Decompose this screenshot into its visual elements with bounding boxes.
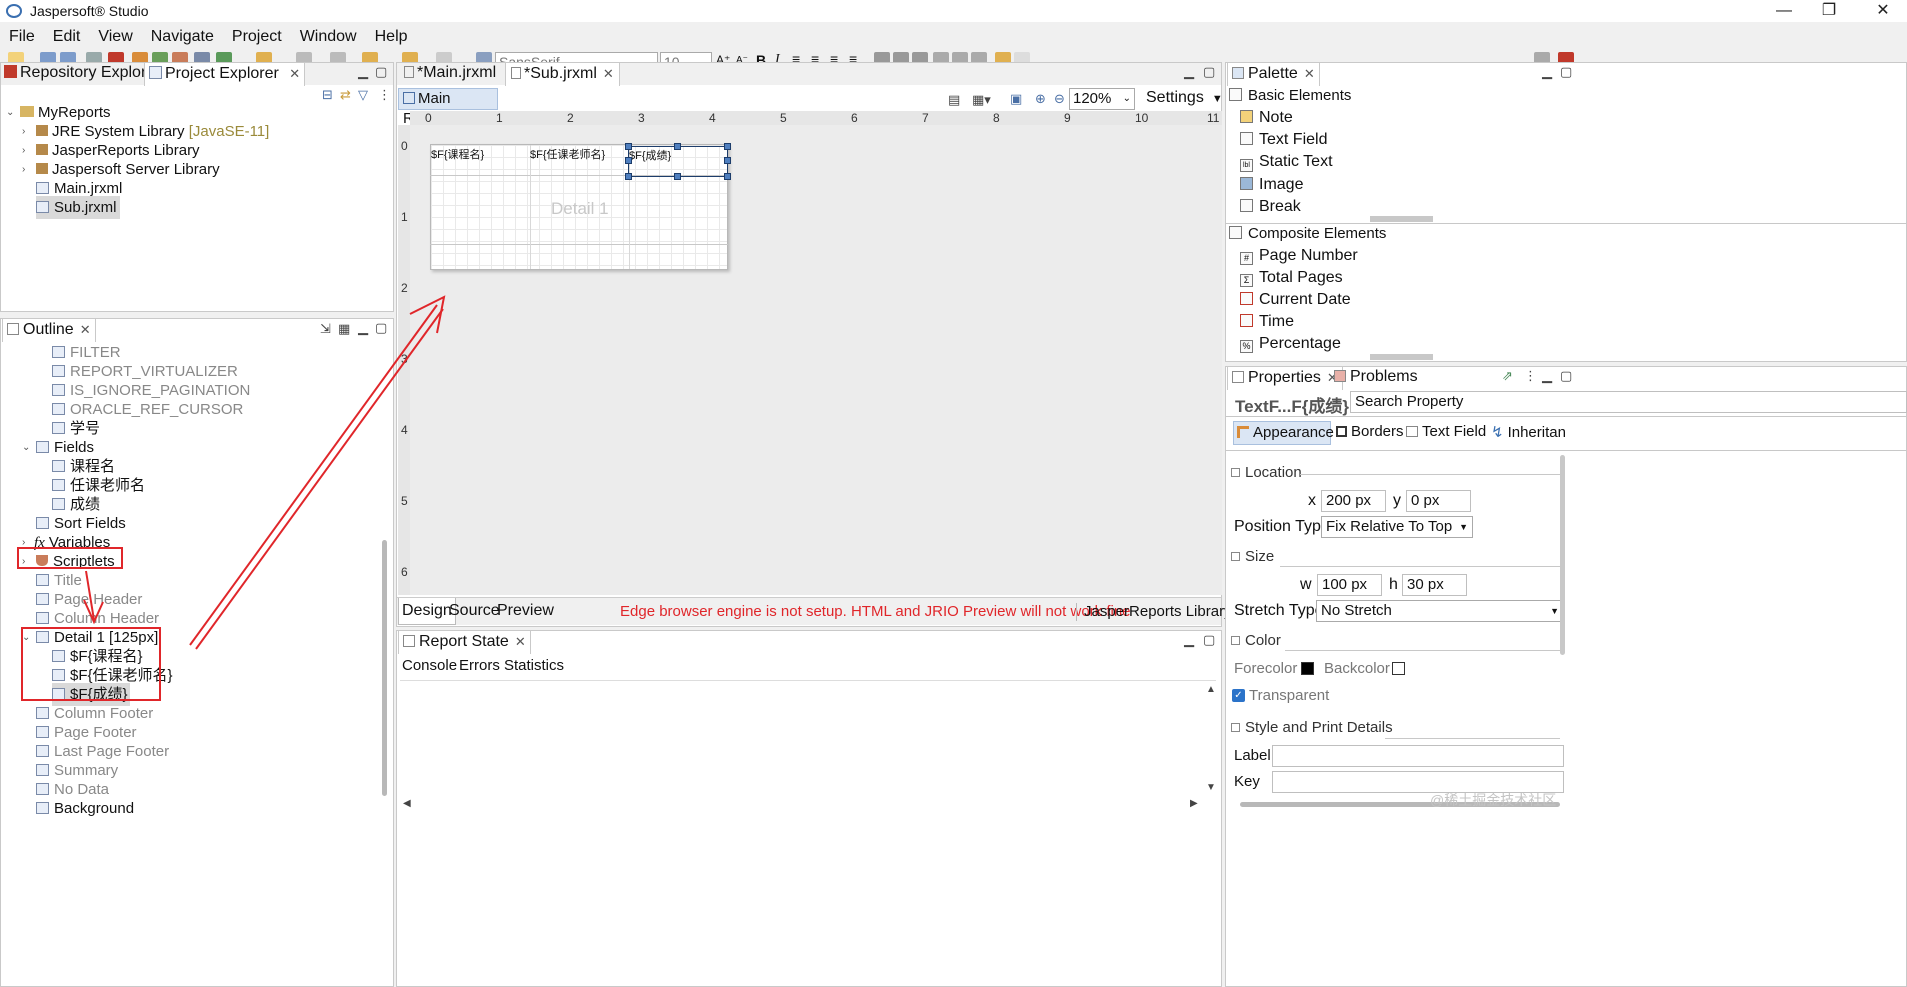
annotation-arrows: [83, 295, 446, 650]
